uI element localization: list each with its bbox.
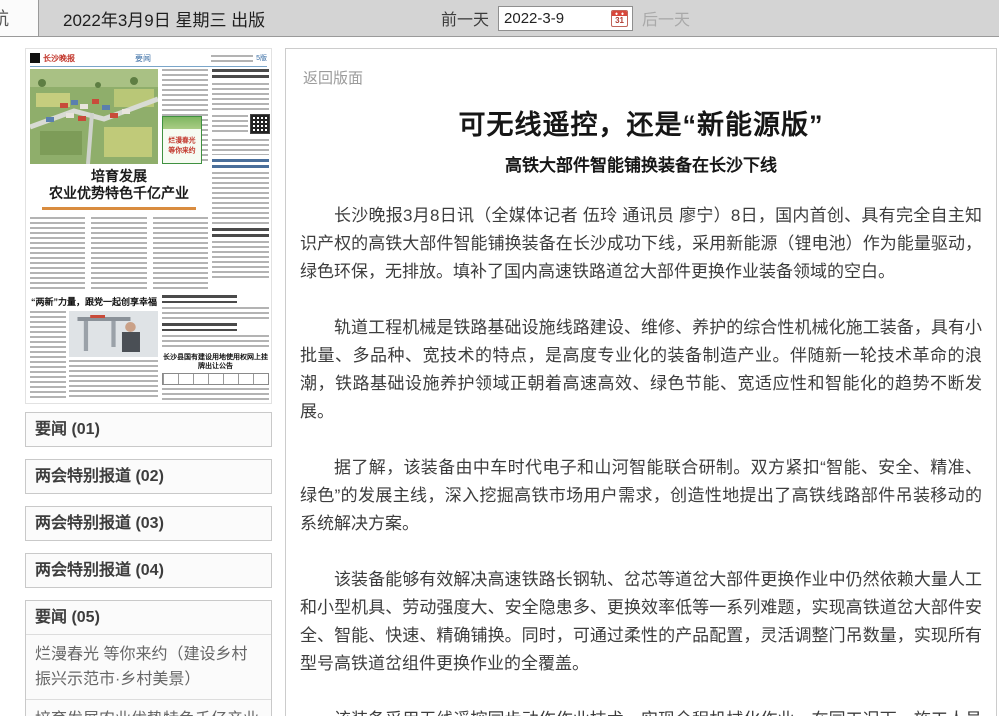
date-picker[interactable]: 31 <box>498 6 633 31</box>
prev-day-link[interactable]: 前一天 <box>441 6 489 30</box>
thumb-promo-box: 烂漫春光 等你来约 <box>162 116 202 164</box>
article-subtitle: 高铁大部件智能铺换装备在长沙下线 <box>298 151 984 176</box>
newspaper-page-thumbnail[interactable]: 长沙晚报 要闻 5版 <box>25 48 272 404</box>
placeholder-text-lines <box>30 311 66 399</box>
article-paragraph: 据了解，该装备由中车时代电子和山河智能联合研制。双方紧扣“智能、安全、精准、绿色… <box>300 454 982 538</box>
aerial-village-photo <box>30 69 158 164</box>
article-paragraph: 轨道工程机械是铁路基础设施线路建设、维修、养护的综合性机械化施工装备，具有小批量… <box>300 314 982 426</box>
promo-trees-art <box>163 117 201 129</box>
next-day-link[interactable]: 后一天 <box>642 6 690 30</box>
thumb-second-article: “两新”力量，跟党一起创享幸福 <box>30 295 158 399</box>
placeholder-text-lines <box>212 172 269 224</box>
thumb-section-name: 要闻 <box>135 53 151 64</box>
placeholder-text-lines <box>91 217 146 289</box>
sidebar-section-yaowen-01[interactable]: 要闻 (01) <box>25 412 272 447</box>
thumb-subhead-line <box>42 207 196 210</box>
article-paragraph: 该装备能够有效解决高速铁路长钢轨、岔芯等道岔大部件更换作业中仍然依赖大量人工和小… <box>300 566 982 678</box>
placeholder-text-lines <box>212 241 269 279</box>
thumb-mid-column: 烂漫春光 等你来约 <box>162 69 208 164</box>
placeholder-text-lines <box>30 217 85 289</box>
calendar-icon-day: 31 <box>612 16 627 26</box>
placeholder-text-lines <box>212 83 269 111</box>
sidebar-section-header[interactable]: 要闻 (05) <box>26 601 271 635</box>
placeholder-headline-lines <box>212 69 269 79</box>
placeholder-text-lines <box>69 360 158 399</box>
article-panel: 返回版面 可无线遥控，还是“新能源版” 高铁大部件智能铺换装备在长沙下线 长沙晚… <box>285 48 997 716</box>
nav-tab[interactable]: 航 <box>0 0 39 36</box>
top-navigation-bar: 航 2022年3月9日 星期三 出版 前一天 31 后一天 <box>0 0 999 37</box>
newspaper-logo-icon <box>30 53 40 63</box>
thumb-land-notice: 长沙县国有建设用地使用权网上挂牌出让公告 <box>162 353 269 401</box>
sidebar-article-link[interactable]: 烂漫春光 等你来约（建设乡村振兴示范市·乡村美景） <box>26 635 271 700</box>
placeholder-text-lines <box>211 55 253 62</box>
placeholder-headline-lines <box>212 228 269 237</box>
notice-table-grid <box>162 373 269 385</box>
thumb-body-columns <box>30 217 208 289</box>
placeholder-headline-lines <box>212 159 269 168</box>
sidebar-section-lianghui-04[interactable]: 两会特别报道 (04) <box>25 553 272 588</box>
promo-line1: 烂漫春光 <box>168 138 195 145</box>
worker-photo <box>69 311 158 357</box>
placeholder-headline-lines <box>162 323 237 331</box>
placeholder-text-lines <box>162 388 269 402</box>
thumb-page-number: 5版 <box>256 53 267 63</box>
nav-tab-label: 航 <box>0 5 9 31</box>
sidebar: 长沙晚报 要闻 5版 <box>25 48 272 716</box>
placeholder-text-lines <box>162 307 269 319</box>
main-layout: 长沙晚报 要闻 5版 <box>0 37 999 716</box>
thumb-page-info: 5版 <box>211 53 267 63</box>
date-input[interactable] <box>499 7 611 30</box>
thumb-masthead: 长沙晚报 <box>43 53 75 64</box>
placeholder-text-lines <box>212 139 269 155</box>
placeholder-text-lines <box>162 335 269 349</box>
back-to-page-link[interactable]: 返回版面 <box>303 67 363 88</box>
thumb-main-headline: 培育发展 农业优势特色千亿产业 <box>30 168 208 202</box>
article-body: 长沙晚报3月8日讯（全媒体记者 伍玲 通讯员 廖宁）8日，国内首创、具有完全自主… <box>298 202 984 716</box>
placeholder-headline-lines <box>162 295 237 303</box>
sidebar-section-yaowen-05: 要闻 (05) 烂漫春光 等你来约（建设乡村振兴示范市·乡村美景） 培育发展农业… <box>25 600 272 716</box>
sidebar-section-lianghui-02[interactable]: 两会特别报道 (02) <box>25 459 272 494</box>
qr-code-icon <box>251 115 269 133</box>
promo-line2: 等你来约 <box>168 148 195 155</box>
thumb-right-mid <box>162 295 269 349</box>
sidebar-article-link[interactable]: 培育发展农业优势特色千亿产业 <box>26 700 271 716</box>
placeholder-text-lines <box>212 115 248 135</box>
thumb-divider <box>30 66 267 67</box>
date-navigation: 前一天 31 后一天 <box>441 0 690 36</box>
article-paragraph: 该装备采用无线遥控同步动作作业技术，实现全程机械化作业，在同工况下，施工人员较行… <box>300 706 982 716</box>
thumb-header: 长沙晚报 要闻 5版 <box>30 52 267 64</box>
publish-date-text: 2022年3月9日 星期三 出版 <box>63 0 265 36</box>
article-paragraph: 长沙晚报3月8日讯（全媒体记者 伍玲 通讯员 廖宁）8日，国内首创、具有完全自主… <box>300 202 982 286</box>
sidebar-section-lianghui-03[interactable]: 两会特别报道 (03) <box>25 506 272 541</box>
article-title: 可无线遥控，还是“新能源版” <box>298 103 984 142</box>
thumb-right-column <box>212 69 269 291</box>
calendar-icon[interactable]: 31 <box>611 10 628 27</box>
placeholder-text-lines <box>153 217 208 289</box>
